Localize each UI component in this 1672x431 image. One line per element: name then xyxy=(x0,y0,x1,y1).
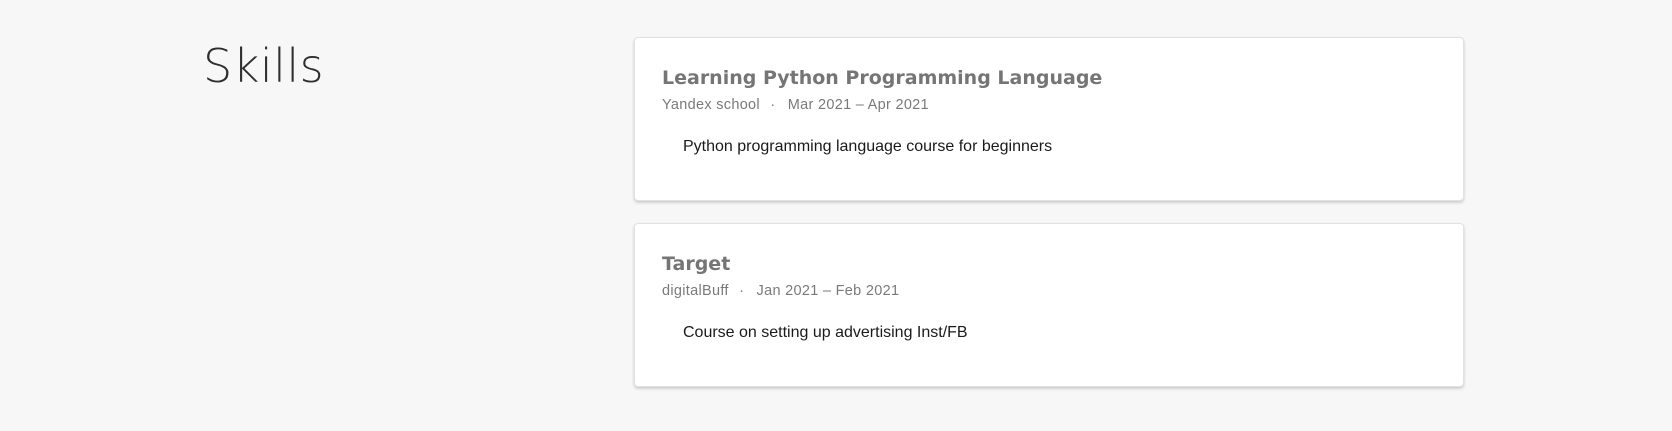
skill-meta: digitalBuff · Jan 2021 – Feb 2021 xyxy=(662,282,1437,300)
meta-separator: · xyxy=(770,97,776,113)
section-title: Skills xyxy=(203,39,325,93)
meta-separator: · xyxy=(739,283,745,299)
skills-list: Learning Python Programming Language Yan… xyxy=(634,37,1464,409)
skill-institution: digitalBuff xyxy=(662,283,729,299)
skill-meta: Yandex school · Mar 2021 – Apr 2021 xyxy=(662,96,1437,114)
skill-dates: Jan 2021 – Feb 2021 xyxy=(756,283,900,299)
skill-title: Learning Python Programming Language xyxy=(662,67,1103,89)
skill-description: Python programming language course for b… xyxy=(683,138,1053,155)
skill-description: Course on setting up advertising Inst/FB xyxy=(683,324,968,341)
skill-card: Learning Python Programming Language Yan… xyxy=(634,37,1464,201)
skill-card: Target digitalBuff · Jan 2021 – Feb 2021… xyxy=(634,223,1464,387)
skill-institution: Yandex school xyxy=(662,97,760,113)
skill-dates: Mar 2021 – Apr 2021 xyxy=(787,97,929,113)
skill-title: Target xyxy=(662,253,731,275)
